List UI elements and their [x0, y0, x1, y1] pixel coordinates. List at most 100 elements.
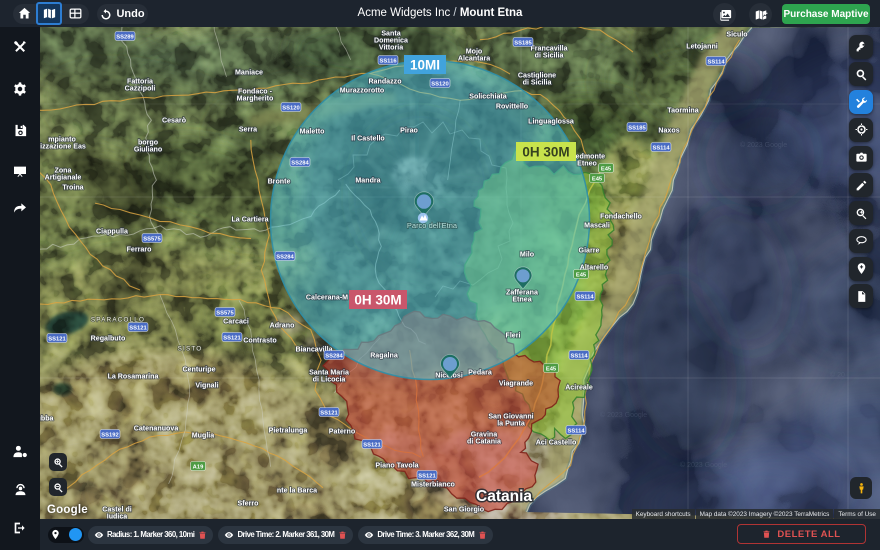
svg-text:0H 30M: 0H 30M — [354, 293, 401, 308]
svg-text:Catania: Catania — [476, 488, 532, 505]
svg-text:La Rosamarina: La Rosamarina — [108, 373, 159, 381]
svg-text:Fleri: Fleri — [506, 332, 521, 340]
svg-text:Fondachello: Fondachello — [600, 213, 642, 221]
svg-text:SS121: SS121 — [48, 336, 66, 342]
svg-text:SS120: SS120 — [431, 81, 448, 87]
svg-text:Pietralunga: Pietralunga — [269, 427, 308, 435]
svg-text:Ciappulla: Ciappulla — [96, 228, 128, 236]
svg-text:SS121: SS121 — [129, 325, 147, 331]
svg-text:Murazzorotto: Murazzorotto — [340, 87, 385, 95]
svg-text:0H 30M: 0H 30M — [522, 145, 569, 160]
svg-text:SS284: SS284 — [276, 254, 294, 260]
svg-text:Serra: Serra — [239, 126, 257, 134]
svg-text:© 2023 Google: © 2023 Google — [680, 461, 727, 469]
svg-text:SS284: SS284 — [325, 353, 343, 359]
svg-text:Linguaglossa: Linguaglossa — [528, 118, 574, 126]
svg-text:SS185: SS185 — [514, 40, 532, 46]
svg-text:E45: E45 — [546, 366, 557, 372]
svg-text:E45: E45 — [601, 166, 612, 172]
svg-text:SS114: SS114 — [707, 59, 725, 65]
svg-text:Viagrande: Viagrande — [499, 380, 533, 388]
svg-text:Cazzipoli: Cazzipoli — [125, 85, 156, 93]
svg-text:Muglia: Muglia — [192, 432, 215, 440]
svg-text:Vignali: Vignali — [195, 382, 218, 390]
svg-text:SS284: SS284 — [291, 160, 309, 166]
svg-text:di Catania: di Catania — [467, 438, 501, 446]
svg-text:Regalbuto: Regalbuto — [91, 335, 126, 343]
svg-text:SS114: SS114 — [576, 294, 594, 300]
svg-text:Randazzo: Randazzo — [368, 78, 402, 86]
svg-text:Ragalna: Ragalna — [370, 352, 398, 360]
svg-text:SS575: SS575 — [143, 236, 161, 242]
svg-text:Piano Tavola: Piano Tavola — [375, 462, 418, 470]
svg-text:la Punta: la Punta — [497, 420, 525, 428]
svg-text:di Licocia: di Licocia — [313, 376, 346, 384]
svg-text:Acireale: Acireale — [565, 384, 593, 392]
svg-text:SS116: SS116 — [379, 58, 397, 64]
svg-text:Parco dell'Etna: Parco dell'Etna — [407, 221, 458, 230]
svg-text:SS575: SS575 — [216, 310, 234, 316]
svg-text:Solicchiata: Solicchiata — [469, 93, 507, 101]
svg-text:SS114: SS114 — [570, 353, 588, 359]
svg-text:di Sicilia: di Sicilia — [535, 52, 564, 60]
svg-text:10MI: 10MI — [410, 58, 440, 73]
svg-text:© 2023 Google: © 2023 Google — [600, 411, 647, 419]
svg-text:A19: A19 — [193, 464, 204, 470]
svg-text:Rovittello: Rovittello — [496, 103, 529, 111]
svg-text:Bronte: Bronte — [268, 178, 291, 186]
svg-text:Maniace: Maniace — [235, 69, 263, 77]
svg-text:Vittoria: Vittoria — [379, 44, 403, 52]
svg-text:Catenanuova: Catenanuova — [134, 425, 179, 433]
svg-text:nte la Barca: nte la Barca — [277, 487, 317, 495]
svg-text:© 2023 Google: © 2023 Google — [740, 141, 787, 149]
svg-text:Paterno: Paterno — [329, 428, 356, 436]
svg-text:Maletto: Maletto — [300, 128, 325, 136]
svg-text:Centuripe: Centuripe — [182, 366, 215, 374]
svg-text:SS121: SS121 — [418, 473, 436, 479]
svg-text:San Giorgio: San Giorgio — [444, 506, 485, 514]
svg-text:SS120: SS120 — [282, 105, 299, 111]
svg-text:Cesarò: Cesarò — [162, 117, 187, 125]
svg-text:ubba: ubba — [40, 415, 54, 423]
svg-text:SS289: SS289 — [116, 34, 134, 40]
svg-text:La Cartiera: La Cartiera — [231, 216, 268, 224]
svg-text:SS114: SS114 — [652, 145, 670, 151]
svg-text:SS121: SS121 — [223, 335, 241, 341]
svg-text:SS121: SS121 — [363, 442, 381, 448]
svg-text:Pedara: Pedara — [468, 369, 492, 377]
svg-text:Pirao: Pirao — [400, 127, 418, 135]
svg-text:Carcaci: Carcaci — [223, 318, 249, 326]
svg-text:di Sicilia: di Sicilia — [523, 79, 552, 87]
svg-text:Giuliano: Giuliano — [134, 146, 163, 154]
svg-text:SS121: SS121 — [320, 410, 338, 416]
svg-text:Taormina: Taormina — [667, 107, 698, 115]
svg-text:SISTO: SISTO — [178, 346, 203, 353]
svg-text:Calcerana-M: Calcerana-M — [306, 294, 348, 302]
svg-text:Giarre: Giarre — [579, 247, 600, 255]
svg-text:Artigianale: Artigianale — [45, 174, 82, 182]
svg-text:Aci Castello: Aci Castello — [536, 439, 577, 447]
svg-text:SS114: SS114 — [567, 428, 585, 434]
svg-text:Siculo: Siculo — [726, 31, 748, 39]
svg-text:Milo: Milo — [520, 251, 535, 259]
svg-text:Etneo: Etneo — [577, 160, 597, 168]
svg-text:Mandra: Mandra — [355, 177, 380, 185]
svg-text:lizzazione Eas: lizzazione Eas — [40, 143, 86, 151]
svg-text:Misterbianco: Misterbianco — [411, 481, 455, 489]
svg-text:E45: E45 — [576, 272, 587, 278]
svg-text:Etnea: Etnea — [512, 296, 531, 304]
svg-text:Alcantara: Alcantara — [458, 55, 490, 63]
svg-text:Mascali: Mascali — [584, 222, 610, 230]
svg-text:Letojanni: Letojanni — [686, 43, 718, 51]
svg-text:SS185: SS185 — [628, 125, 646, 131]
svg-text:E45: E45 — [592, 176, 603, 182]
svg-text:Il Castello: Il Castello — [351, 135, 385, 143]
svg-text:Sferro: Sferro — [238, 500, 260, 508]
svg-text:SS192: SS192 — [101, 432, 118, 438]
svg-text:Margherito: Margherito — [237, 95, 274, 103]
svg-text:Ferraro: Ferraro — [127, 246, 153, 254]
svg-text:Naxos: Naxos — [658, 127, 679, 135]
svg-text:Contrasto: Contrasto — [243, 337, 277, 345]
svg-text:Troina: Troina — [62, 184, 83, 192]
svg-text:Adrano: Adrano — [270, 322, 295, 330]
